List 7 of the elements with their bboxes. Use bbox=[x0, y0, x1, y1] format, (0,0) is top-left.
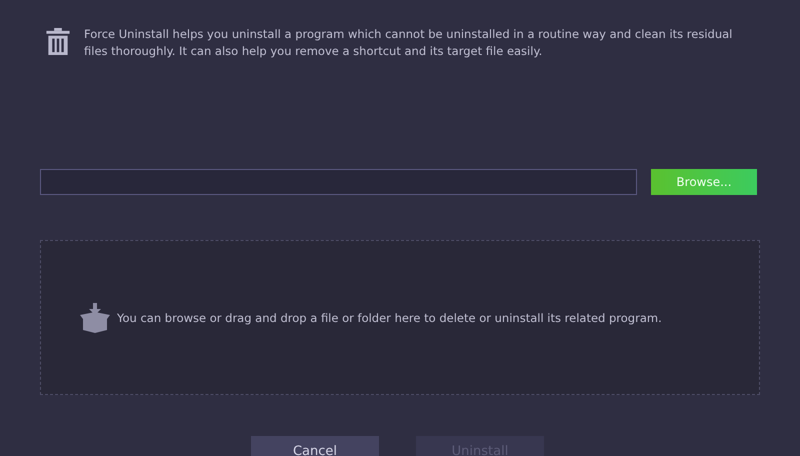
box-download-icon bbox=[79, 302, 111, 332]
trash-icon bbox=[46, 28, 70, 55]
drop-zone[interactable]: You can browse or drag and drop a file or folder here to delete or uninstall its related program. bbox=[40, 240, 760, 395]
path-input-field[interactable] bbox=[40, 169, 637, 195]
description-text: Force Uninstall helps you uninstall a program which cannot be uninstalled in a routine way and clean its residual files thoroughly. It can also help you remove a shortcut and its target file easily. bbox=[84, 26, 734, 60]
drop-zone-text: You can browse or drag and drop a file or folder here to delete or uninstall its related program. bbox=[117, 310, 662, 324]
cancel-button[interactable]: Cancel bbox=[251, 436, 379, 456]
